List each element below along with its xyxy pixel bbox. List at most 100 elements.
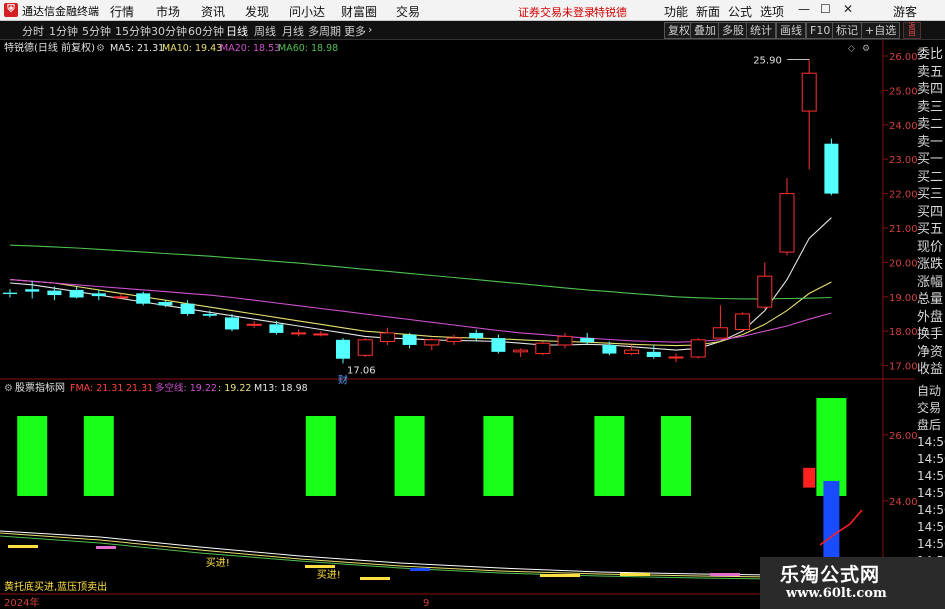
sidebar-trade-item[interactable]: 14:50 — [917, 536, 945, 553]
signal-bar-green — [17, 416, 48, 496]
maximize-icon[interactable]: ☐ — [820, 2, 831, 16]
signal-bar-red — [803, 467, 816, 488]
stock-link[interactable]: 特锐德 — [594, 4, 627, 20]
period-30min[interactable]: 30分钟 — [151, 23, 187, 39]
overlay-button[interactable]: 叠加 — [690, 22, 720, 39]
sidebar-quote-item[interactable]: 卖一 — [917, 134, 945, 152]
f10-button[interactable]: F10 — [806, 22, 835, 39]
menu-formula[interactable]: 公式 — [728, 3, 752, 20]
sidebar-trade-item[interactable]: 14:50 — [917, 502, 945, 519]
menu-market[interactable]: 市场 — [156, 3, 180, 20]
add-watchlist-button[interactable]: +自选 — [861, 22, 901, 39]
menu-trade[interactable]: 交易 — [396, 3, 420, 20]
sidebar-quote-item[interactable]: 买三 — [917, 186, 945, 204]
stock-name[interactable]: 特锐德(日线 前复权) — [4, 41, 95, 54]
finance-event-marker[interactable]: 财 — [338, 374, 348, 387]
menu-new-layout[interactable]: 新面 — [696, 3, 720, 20]
year-label: 2024年 — [4, 596, 39, 609]
sidebar-quote-item[interactable]: 买五 — [917, 221, 945, 239]
period-timeshare[interactable]: 分时 — [22, 23, 44, 39]
period-15min[interactable]: 15分钟 — [115, 23, 151, 39]
watermark-url: www.60lt.com — [786, 586, 887, 601]
sidebar-quote-item[interactable]: 卖二 — [917, 116, 945, 134]
period-60min[interactable]: 60分钟 — [188, 23, 224, 39]
guest-label[interactable]: 游客 — [893, 3, 917, 20]
indicator-name[interactable]: 股票指标网 — [15, 381, 65, 394]
sidebar-quote-item[interactable]: 换手 — [917, 326, 945, 344]
multi-stock-button[interactable]: 多股 — [718, 22, 748, 39]
menu-discover[interactable]: 发现 — [245, 3, 269, 20]
chevron-right-icon[interactable]: › — [368, 23, 372, 36]
ma-settings-icon[interactable]: ⚙ — [96, 43, 105, 54]
price-tick-label: 19.00 — [889, 293, 918, 304]
sidebar-trade-item[interactable]: 14:50 — [917, 451, 945, 468]
sidebar-quote-item[interactable]: 涨跌 — [917, 256, 945, 274]
candle-body-up — [757, 275, 773, 308]
indicator-mark — [620, 573, 650, 576]
indicator-settings-icon[interactable]: ⚙ — [4, 383, 13, 394]
candle-body-down — [402, 334, 417, 345]
sidebar-trade-item[interactable]: 自动 — [917, 383, 945, 400]
diamond-icon[interactable]: ◇ — [848, 44, 855, 54]
sidebar-trade-item[interactable]: 交易 — [917, 400, 945, 417]
candle-body-down — [336, 339, 350, 359]
mark-button[interactable]: 标记 — [832, 22, 862, 39]
sidebar-quote-item[interactable]: 涨幅 — [917, 274, 945, 292]
sidebar-trade-item[interactable]: 盘后 — [917, 417, 945, 434]
indicator-mark — [305, 565, 335, 568]
menu-options[interactable]: 选项 — [760, 3, 784, 20]
signal-bar-green — [394, 416, 425, 496]
indicator-mark — [360, 577, 390, 580]
sidebar-quote-item[interactable]: 买一 — [917, 151, 945, 169]
long-short-value-label: : 19.22 — [218, 383, 251, 394]
period-monthly[interactable]: 月线 — [282, 23, 304, 39]
sidebar-quote-item[interactable]: 净资 — [917, 344, 945, 362]
candle-body-down — [646, 351, 661, 357]
back-button[interactable]: 返回 — [903, 22, 921, 39]
draw-line-button[interactable]: 画线 — [776, 22, 806, 39]
sidebar-quote-item[interactable]: 委比 — [917, 46, 945, 64]
menu-quotes[interactable]: 行情 — [110, 3, 134, 20]
settings-icon[interactable]: ⚙ — [862, 44, 870, 54]
login-warning[interactable]: 证券交易未登录 — [518, 4, 595, 20]
candle-body-down — [225, 317, 239, 330]
period-daily[interactable]: 日线 — [226, 23, 248, 39]
period-1min[interactable]: 1分钟 — [49, 23, 78, 39]
candle-body-up — [513, 349, 529, 353]
sidebar-quote-item[interactable]: 买四 — [917, 204, 945, 222]
candle-body-up — [313, 333, 329, 336]
sidebar-quote-item[interactable]: 卖四 — [917, 81, 945, 99]
sidebar-quote-item[interactable]: 总量 — [917, 291, 945, 309]
sidebar-trade-item[interactable]: 14:50 — [917, 434, 945, 451]
close-icon[interactable]: ✕ — [843, 2, 853, 16]
menu-wealth[interactable]: 财富圈 — [341, 3, 377, 20]
indicator-mark — [96, 546, 116, 549]
sidebar-quote-item[interactable]: 收益 — [917, 361, 945, 379]
sidebar-quote-item[interactable]: 外盘 — [917, 309, 945, 327]
stats-button[interactable]: 统计 — [746, 22, 776, 39]
minimize-icon[interactable]: — — [798, 2, 810, 16]
price-tick-label: 18.00 — [889, 327, 918, 338]
period-multi[interactable]: 多周期 — [308, 23, 341, 39]
m13-label: M13: 18.98 — [254, 383, 308, 394]
candle-body-down — [269, 324, 284, 333]
price-tick-label: 17.00 — [889, 362, 918, 373]
menu-function[interactable]: 功能 — [664, 3, 688, 20]
sidebar-trade-item[interactable]: 14:50 — [917, 519, 945, 536]
sidebar-quote-item[interactable]: 卖三 — [917, 99, 945, 117]
period-weekly[interactable]: 周线 — [254, 23, 276, 39]
menu-ask[interactable]: 问小达 — [289, 3, 325, 20]
period-more[interactable]: 更多 — [344, 23, 366, 39]
long-short-label: 多空线: 19.22 — [155, 382, 217, 394]
sidebar-trade-item[interactable]: 14:50 — [917, 485, 945, 502]
sidebar-quote-item[interactable]: 买二 — [917, 169, 945, 187]
sidebar-trade-item[interactable]: 14:50 — [917, 468, 945, 485]
candle-body-down — [158, 301, 173, 306]
signal-bar-green — [83, 416, 114, 496]
ma10-label: MA10: 19.43 — [162, 43, 222, 54]
period-5min[interactable]: 5分钟 — [82, 23, 111, 39]
candle-body-down — [69, 289, 84, 298]
sidebar-quote-item[interactable]: 现价 — [917, 239, 945, 257]
menu-news[interactable]: 资讯 — [201, 3, 225, 20]
sidebar-quote-item[interactable]: 卖五 — [917, 64, 945, 82]
